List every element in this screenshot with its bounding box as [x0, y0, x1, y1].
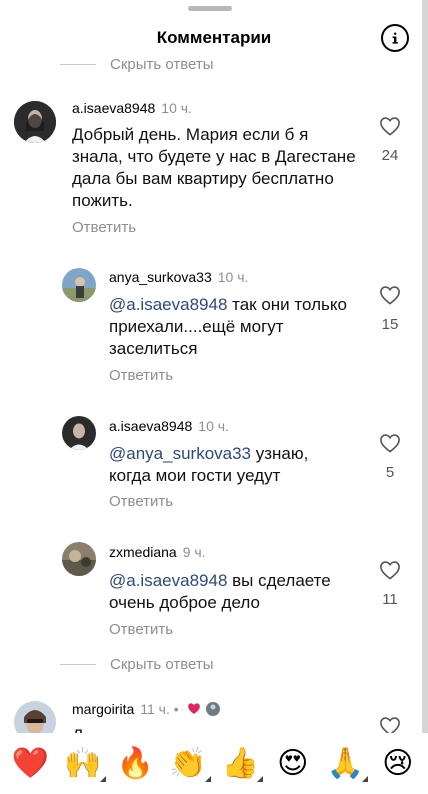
emoji-glyph: 🙏: [326, 745, 364, 781]
comment-username[interactable]: anya_surkova33: [109, 269, 212, 285]
comment-username[interactable]: a.isaeva8948: [109, 418, 192, 434]
reply-button[interactable]: Ответить: [109, 493, 173, 510]
reply-button[interactable]: Ответить: [109, 367, 173, 384]
red-heart-icon[interactable]: ❤️: [9, 743, 51, 785]
heart-outline-icon: [380, 434, 400, 453]
variant-caret-icon: [204, 775, 211, 782]
avatar[interactable]: [62, 542, 96, 576]
emoji-glyph: 🙌: [64, 745, 102, 781]
comment-time: 9 ч.: [182, 544, 206, 560]
divider-line: [60, 64, 96, 65]
comment-time: 11 ч. •: [140, 701, 179, 717]
heart-outline-icon: [380, 286, 400, 305]
hide-replies-button[interactable]: Скрыть ответы: [60, 656, 214, 673]
variant-caret-icon: [362, 775, 369, 782]
avatar[interactable]: [62, 416, 96, 450]
heart-outline-icon: [380, 117, 400, 136]
like-count: 24: [381, 147, 399, 164]
like-count: 15: [381, 316, 399, 333]
emoji-reaction-bar: ❤️ 🙌 🔥 👏 👍 😍 🙏 😢: [0, 733, 428, 794]
reply-button[interactable]: Ответить: [109, 621, 173, 638]
emoji-glyph: 👏: [169, 745, 207, 781]
page-title: Комментарии: [156, 28, 272, 47]
comment-username[interactable]: margoirita: [72, 701, 134, 717]
comment-time: 10 ч.: [198, 418, 229, 434]
avatar[interactable]: [62, 268, 96, 302]
info-icon: [392, 32, 398, 44]
emoji-glyph: 🔥: [116, 745, 154, 781]
info-button[interactable]: [381, 24, 409, 52]
comments-sheet: Комментарии Скрыть ответы a.isaeva8948 10…: [0, 0, 428, 794]
creator-liked-heart-icon: [187, 703, 200, 715]
heart-outline-icon: [380, 561, 400, 580]
comment-text: @a.isaeva8948 так они только приехали...…: [109, 294, 349, 360]
comment-text: Добрый день. Мария если б я знала, что б…: [72, 125, 356, 210]
like-button[interactable]: 15: [370, 285, 410, 333]
comment-text: @anya_surkova33 узнаю, когда мои гости у…: [109, 443, 349, 487]
emoji-glyph: 😍: [277, 745, 309, 781]
hide-replies-label: Скрыть ответы: [110, 656, 214, 673]
comment-username[interactable]: zxmediana: [109, 544, 177, 560]
comment-username[interactable]: a.isaeva8948: [72, 100, 155, 116]
divider-line: [60, 664, 96, 665]
emoji-glyph: 👍: [221, 745, 259, 781]
comment-text: @a.isaeva8948 вы сделаете очень доброе д…: [109, 570, 359, 614]
emoji-glyph: ❤️: [11, 745, 49, 781]
raising-hands-icon[interactable]: 🙌: [62, 743, 106, 785]
mention-link[interactable]: @anya_surkova33: [109, 444, 251, 463]
sheet-grab-handle[interactable]: [188, 6, 232, 11]
reply-button[interactable]: Ответить: [72, 219, 136, 236]
comment-time: 10 ч.: [161, 100, 192, 116]
emoji-glyph: 😢: [382, 745, 414, 781]
fire-icon[interactable]: 🔥: [114, 743, 156, 785]
hide-replies-label: Скрыть ответы: [110, 56, 214, 73]
mention-link[interactable]: @a.isaeva8948: [109, 295, 227, 314]
like-count: 5: [385, 464, 395, 481]
avatar[interactable]: [14, 101, 56, 143]
scroll-edge: [422, 0, 428, 794]
heart-eyes-icon[interactable]: 😍: [272, 743, 314, 785]
variant-caret-icon: [99, 775, 106, 782]
mention-link[interactable]: @a.isaeva8948: [109, 571, 227, 590]
thumbs-up-icon[interactable]: 👍: [219, 743, 264, 785]
like-button[interactable]: 11: [370, 560, 410, 608]
variant-caret-icon: [257, 775, 264, 782]
folded-hands-icon[interactable]: 🙏: [324, 743, 369, 785]
like-count: 11: [382, 591, 398, 608]
crying-face-icon[interactable]: 😢: [377, 743, 419, 785]
clapping-hands-icon[interactable]: 👏: [167, 743, 211, 785]
hide-replies-button[interactable]: Скрыть ответы: [60, 56, 214, 73]
like-button[interactable]: 24: [370, 116, 410, 164]
creator-avatar-icon: [206, 702, 221, 716]
comment-time: 10 ч.: [217, 269, 249, 285]
like-button[interactable]: 5: [370, 433, 410, 481]
